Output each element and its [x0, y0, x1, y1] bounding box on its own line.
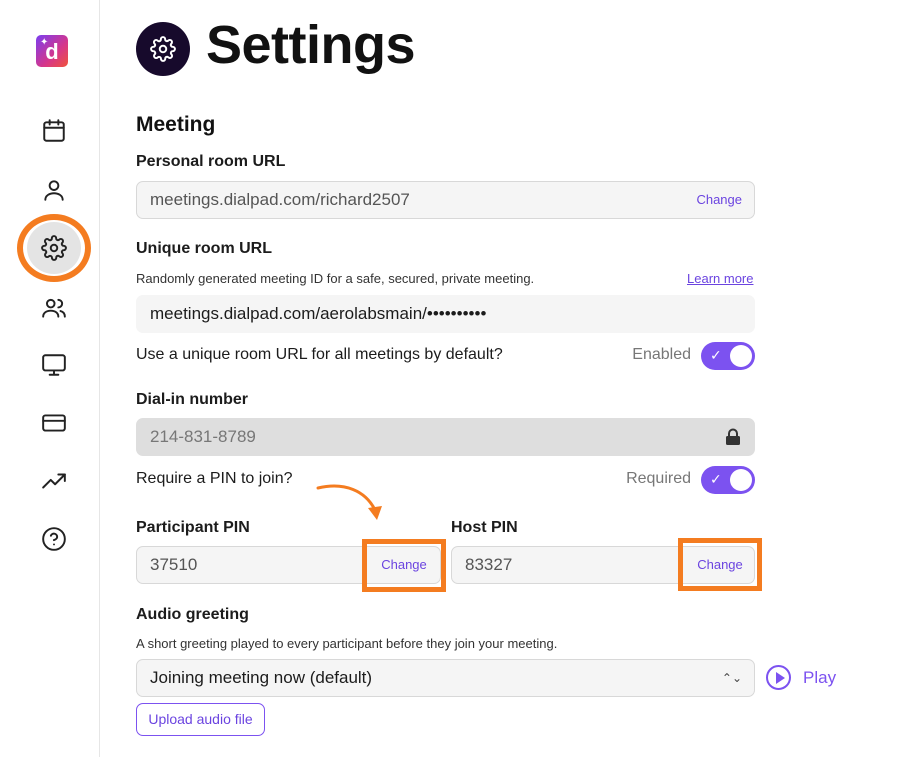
gear-icon [150, 36, 176, 62]
arrow-annotation-icon [316, 484, 382, 520]
dial-in-number-label: Dial-in number [136, 391, 249, 408]
upload-audio-file-button[interactable]: Upload audio file [136, 703, 265, 736]
lock-icon [726, 428, 740, 445]
sidebar: ✦ d [0, 0, 100, 757]
users-icon[interactable] [38, 292, 70, 324]
personal-room-url-value: meetings.dialpad.com/richard2507 [150, 190, 410, 209]
host-pin-label: Host PIN [451, 519, 518, 536]
toggle-knob [730, 345, 752, 367]
page-title: Settings [206, 15, 416, 75]
audio-greeting-selected: Joining meeting now (default) [150, 668, 373, 687]
personal-room-change-button[interactable]: Change [696, 192, 742, 207]
require-pin-question: Require a PIN to join? [136, 470, 293, 487]
trending-up-icon[interactable] [38, 465, 70, 497]
unique-default-question: Use a unique room URL for all meetings b… [136, 346, 503, 363]
check-icon: ✓ [710, 347, 722, 363]
audio-greeting-select[interactable]: Joining meeting now (default) ⌃⌄ [136, 659, 755, 697]
unique-room-url-value: meetings.dialpad.com/aerolabsmain/••••••… [150, 304, 487, 323]
personal-room-url-label: Personal room URL [136, 153, 286, 170]
unique-default-toggle[interactable]: ✓ [701, 342, 755, 370]
host-pin-value: 83327 [465, 555, 513, 574]
require-pin-status: Required [626, 470, 691, 487]
require-pin-toggle[interactable]: ✓ [701, 466, 755, 494]
play-label: Play [803, 667, 837, 687]
unique-room-description: Randomly generated meeting ID for a safe… [136, 271, 535, 286]
user-icon[interactable] [38, 174, 70, 206]
dial-in-number-value: 214-831-8789 [150, 427, 256, 446]
section-title-meeting: Meeting [136, 113, 216, 136]
play-icon [766, 665, 791, 690]
calendar-icon[interactable] [38, 115, 70, 147]
toggle-knob [730, 469, 752, 491]
logo-letter: d [45, 39, 59, 64]
audio-greeting-label: Audio greeting [136, 606, 249, 623]
monitor-icon[interactable] [38, 349, 70, 381]
chevron-up-down-icon: ⌃⌄ [721, 671, 742, 685]
unique-room-url-label: Unique room URL [136, 240, 272, 257]
play-button[interactable]: Play [766, 665, 836, 690]
personal-room-url-field: meetings.dialpad.com/richard2507 Change [136, 181, 755, 219]
unique-room-url-field: meetings.dialpad.com/aerolabsmain/••••••… [136, 295, 755, 333]
check-icon: ✓ [710, 471, 722, 487]
unique-default-status: Enabled [632, 346, 691, 363]
settings-header-icon [136, 22, 190, 76]
participant-pin-label: Participant PIN [136, 519, 250, 536]
help-icon[interactable] [38, 523, 70, 555]
learn-more-link[interactable]: Learn more [687, 271, 753, 286]
audio-greeting-description: A short greeting played to every partici… [136, 636, 558, 651]
host-pin-change-button[interactable]: Change [683, 557, 757, 572]
participant-pin-value: 37510 [150, 555, 198, 574]
dialpad-logo[interactable]: ✦ d [36, 35, 68, 67]
credit-card-icon[interactable] [38, 407, 70, 439]
dial-in-number-field: 214-831-8789 [136, 418, 755, 456]
gear-icon[interactable] [38, 232, 70, 264]
participant-pin-change-button[interactable]: Change [367, 557, 441, 572]
